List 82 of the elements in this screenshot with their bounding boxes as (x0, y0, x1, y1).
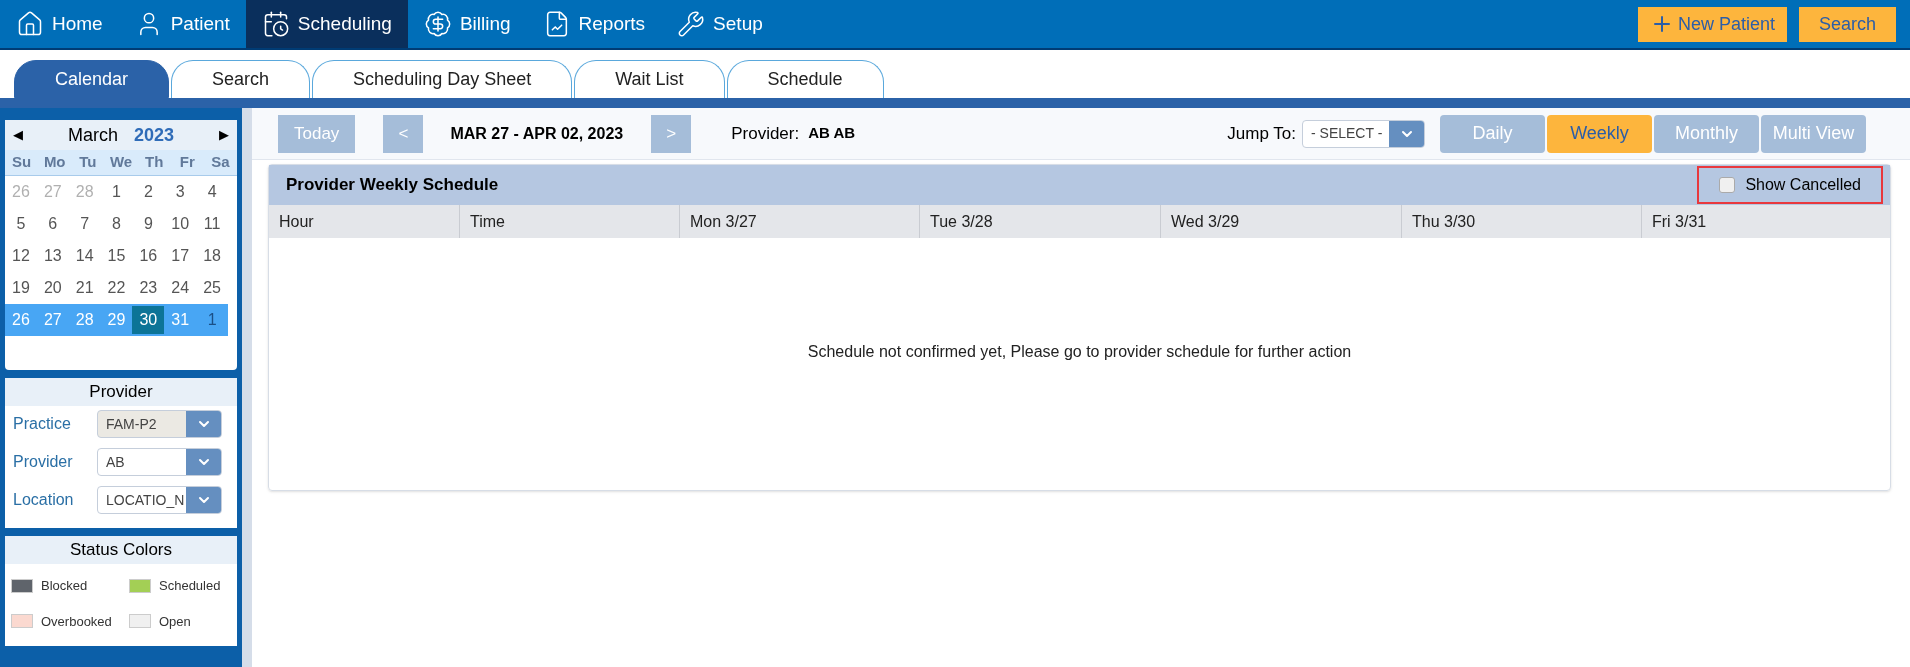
calendar-day[interactable]: 30 (132, 306, 165, 334)
view-toggle[interactable]: Weekly (1547, 114, 1652, 153)
nav-item[interactable]: Scheduling (245, 0, 408, 48)
tab[interactable]: Schedule (726, 60, 884, 98)
calendar-day[interactable]: 17 (164, 242, 197, 270)
calendar-day[interactable]: 3 (164, 178, 197, 206)
tab[interactable]: Scheduling Day Sheet (312, 60, 573, 98)
calendar-day[interactable]: 14 (68, 242, 101, 270)
calendar-day[interactable]: 19 (5, 274, 37, 302)
previous-month-button[interactable]: ◀ (13, 125, 23, 145)
calendar-day[interactable]: 24 (164, 274, 197, 302)
year-label: 2023 (134, 123, 175, 147)
empty-schedule-message: Schedule not confirmed yet, Please go to provider schedule for further action (807, 342, 1352, 362)
jump-to-label: Jump To: (1227, 122, 1296, 145)
field-label: Practice (13, 414, 72, 434)
column-header: Tue 3/28 (919, 205, 1160, 238)
calendar-day[interactable]: 2 (132, 178, 165, 206)
nav-item[interactable]: Home (0, 0, 119, 48)
calendar-day[interactable]: 13 (36, 242, 69, 270)
column-header: Wed 3/29 (1160, 205, 1401, 238)
date-range-label: MAR 27 - APR 02, 2023 (450, 123, 624, 144)
wrench-icon (677, 10, 706, 38)
nav-item[interactable]: Billing (407, 0, 527, 48)
calendar-day[interactable]: 21 (68, 274, 101, 302)
house-icon (16, 10, 44, 38)
legend-label: Overbooked (41, 612, 112, 631)
calendar-day[interactable]: 7 (68, 210, 101, 238)
panel-title: Provider (5, 378, 237, 406)
calendar-day[interactable]: 10 (164, 210, 197, 238)
dropdown-field[interactable]: LOCATIO_N (97, 486, 222, 514)
show-cancelled-checkbox[interactable]: Show Cancelled (1697, 166, 1883, 204)
new-patient-button[interactable]: New Patient (1637, 6, 1787, 42)
column-header: Time (459, 205, 679, 238)
weekday-label: We (108, 152, 134, 173)
tab[interactable]: Search (171, 60, 311, 98)
weekday-label: Su (11, 152, 33, 173)
calendar-day[interactable]: 12 (5, 242, 37, 270)
calendar-day[interactable]: 25 (196, 274, 228, 302)
checkbox[interactable] (1719, 177, 1736, 193)
search-button[interactable]: Search (1798, 6, 1896, 42)
calendar-day[interactable]: 4 (196, 178, 228, 206)
calendar-day[interactable]: 18 (196, 242, 228, 270)
dropdown-field[interactable]: - SELECT - (1302, 119, 1425, 148)
month-label: March (67, 123, 118, 147)
nav-item[interactable]: Setup (661, 0, 779, 48)
nav-item[interactable]: Reports (526, 0, 662, 48)
column-header: Hour (278, 211, 315, 232)
legend-label: Blocked (41, 577, 88, 595)
calendar-day[interactable]: 1 (100, 178, 133, 206)
column-header: Mon 3/27 (679, 205, 919, 238)
weekday-label: Th (143, 152, 165, 173)
calendar-day[interactable]: 23 (132, 274, 165, 302)
selected-week-row[interactable]: 26 27 28 29 30 31 1 (5, 304, 228, 336)
weekday-label: Mo (42, 152, 67, 173)
calendar-day[interactable]: 16 (132, 242, 165, 270)
legend-label: Scheduled (159, 577, 221, 595)
calendar-day[interactable]: 20 (36, 274, 69, 302)
calendar-day[interactable]: 6 (36, 210, 69, 238)
tab[interactable]: Wait List (574, 60, 725, 98)
column-header: Thu 3/30 (1401, 205, 1641, 238)
calendar-day[interactable]: 22 (100, 274, 133, 302)
calendar-day[interactable]: 8 (100, 210, 133, 238)
weekday-label: Tu (78, 152, 98, 173)
panel-title: Provider Weekly Schedule (286, 174, 500, 197)
panel-title: Status Colors (5, 536, 237, 564)
provider-label: Provider: (731, 122, 800, 145)
dropdown-field[interactable]: AB (97, 448, 222, 476)
dollar-icon (423, 10, 452, 38)
field-label: Provider (13, 452, 74, 472)
field-label: Location (13, 490, 75, 510)
tab[interactable]: Calendar (14, 60, 170, 98)
calendar-day[interactable]: 5 (5, 210, 37, 238)
weekday-label: Sa (210, 152, 231, 173)
nav-item[interactable]: Patient (118, 0, 246, 48)
weekday-label: Fr (178, 152, 196, 173)
next-month-button[interactable]: ▶ (219, 125, 229, 145)
calendar-day[interactable]: 15 (100, 242, 133, 270)
provider-value: AB AB (808, 123, 856, 144)
calendar-day[interactable]: 9 (132, 210, 165, 238)
calendar-day[interactable]: 11 (196, 210, 228, 238)
legend-label: Open (159, 612, 191, 631)
column-header: Fri 3/31 (1641, 205, 1890, 238)
